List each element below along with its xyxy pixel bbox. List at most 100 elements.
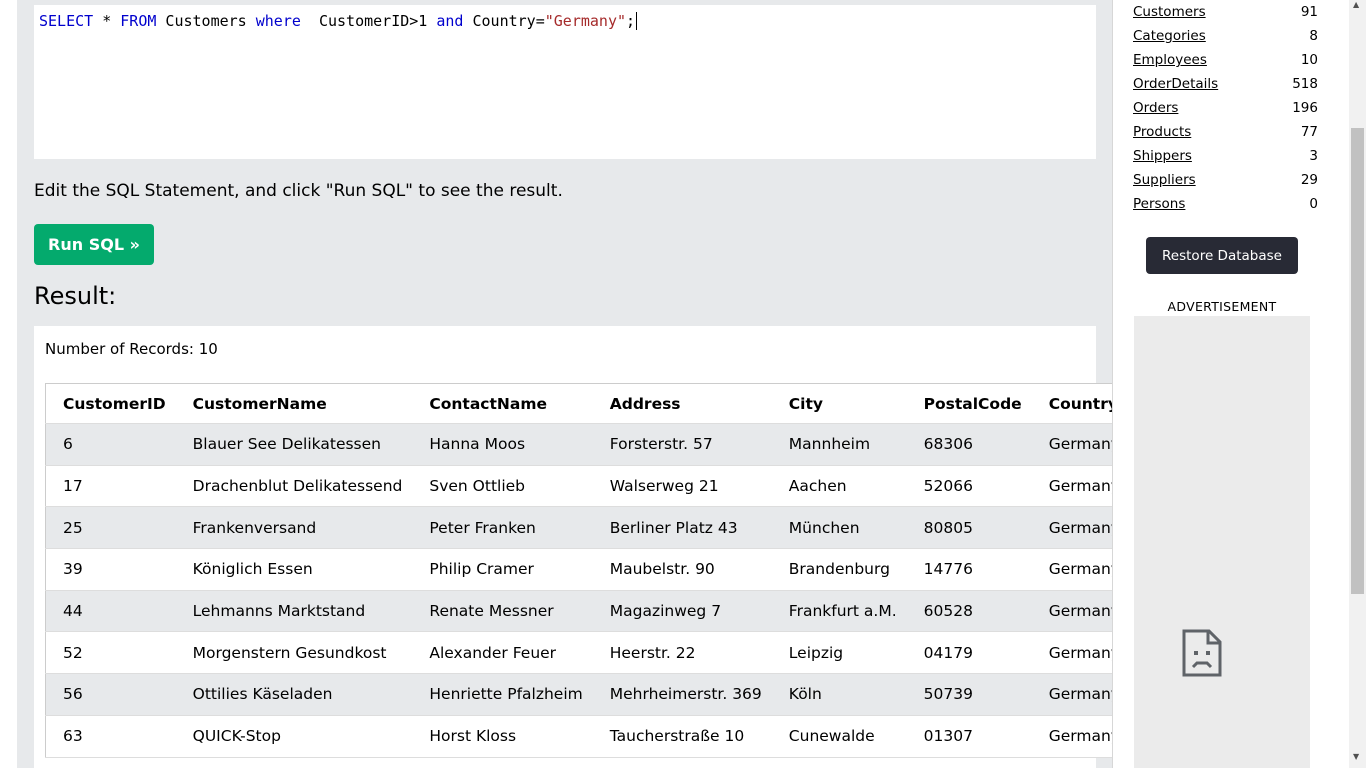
table-cell: Renate Messner — [412, 590, 593, 633]
table-cell: Philip Cramer — [412, 548, 593, 591]
table-cell: Horst Kloss — [412, 715, 593, 758]
table-cell: Berliner Platz 43 — [592, 506, 772, 550]
record-count: 8 — [1309, 28, 1318, 44]
sql-text: ; — [626, 12, 636, 30]
table-cell: 01307 — [906, 715, 1032, 758]
table-link-customers[interactable]: Customers — [1133, 4, 1206, 20]
table-row: 44 Lehmanns Marktstand Renate Messner Ma… — [45, 590, 1131, 633]
table-row: 56 Ottilies Käseladen Henriette Pfalzhei… — [45, 673, 1131, 716]
result-heading: Result: — [34, 282, 117, 310]
sql-keyword-where: where — [255, 12, 301, 30]
list-item: Employees 10 — [1133, 48, 1318, 72]
database-sidebar: Customers 91 Categories 8 Employees 10 O… — [1113, 0, 1349, 768]
record-count: 91 — [1300, 4, 1318, 20]
table-cell: 39 — [45, 548, 176, 591]
record-count: 10 — [1300, 52, 1318, 68]
table-cell: Drachenblut Delikatessend — [175, 465, 413, 508]
list-item: Shippers 3 — [1133, 144, 1318, 168]
table-cell: Mehrheimerstr. 369 — [592, 673, 772, 716]
sql-text: Country= — [463, 12, 545, 30]
table-cell: Henriette Pfalzheim — [412, 673, 593, 716]
column-header: CustomerID — [45, 383, 176, 424]
main-panel: SELECT * FROM Customers where CustomerID… — [17, 0, 1131, 768]
table-link-persons[interactable]: Persons — [1133, 196, 1185, 212]
table-cell: Forsterstr. 57 — [592, 423, 772, 466]
table-cell: 50739 — [906, 673, 1032, 716]
table-cell: Blauer See Delikatessen — [175, 423, 413, 466]
table-cell: Königlich Essen — [175, 548, 413, 591]
table-cell: Frankfurt a.M. — [771, 590, 907, 633]
table-cell: 52 — [45, 631, 176, 675]
table-cell: Walserweg 21 — [592, 465, 772, 508]
table-cell: Frankenversand — [175, 506, 413, 550]
table-cell: 17 — [45, 465, 176, 508]
table-header-row: CustomerID CustomerName ContactName Addr… — [45, 383, 1131, 424]
table-cell: München — [771, 506, 907, 550]
sql-editor[interactable]: SELECT * FROM Customers where CustomerID… — [34, 5, 1096, 159]
records-count: Number of Records: 10 — [45, 340, 218, 358]
table-link-orderdetails[interactable]: OrderDetails — [1133, 76, 1218, 92]
table-row: 17 Drachenblut Delikatessend Sven Ottlie… — [45, 465, 1131, 508]
table-row: 39 Königlich Essen Philip Cramer Maubels… — [45, 548, 1131, 591]
table-link-suppliers[interactable]: Suppliers — [1133, 172, 1196, 188]
table-cell: 52066 — [906, 465, 1032, 508]
record-count: 3 — [1309, 148, 1318, 164]
sql-keyword-and: and — [436, 12, 464, 30]
table-link-categories[interactable]: Categories — [1133, 28, 1206, 44]
vertical-scrollbar[interactable]: ▲ ▼ — [1349, 0, 1366, 768]
table-cell: 68306 — [906, 423, 1032, 466]
table-link-products[interactable]: Products — [1133, 124, 1191, 140]
table-cell: Leipzig — [771, 631, 907, 675]
table-cell: Morgenstern Gesundkost — [175, 631, 413, 675]
table-cell: 80805 — [906, 506, 1032, 550]
list-item: Categories 8 — [1133, 24, 1318, 48]
table-cell: 63 — [45, 715, 176, 758]
record-count: 29 — [1300, 172, 1318, 188]
table-cell: Peter Franken — [412, 506, 593, 550]
table-cell: 44 — [45, 590, 176, 633]
table-cell: Köln — [771, 673, 907, 716]
database-table-list: Customers 91 Categories 8 Employees 10 O… — [1133, 0, 1318, 216]
left-gutter — [0, 0, 17, 768]
list-item: Orders 196 — [1133, 96, 1318, 120]
table-cell: 56 — [45, 673, 176, 716]
record-count: 518 — [1292, 76, 1318, 92]
scrollbar-thumb[interactable] — [1351, 128, 1364, 594]
table-row: 6 Blauer See Delikatessen Hanna Moos For… — [45, 423, 1131, 466]
sql-text: Customers — [156, 12, 256, 30]
list-item: OrderDetails 518 — [1133, 72, 1318, 96]
sql-text: * — [93, 12, 121, 30]
text-caret — [636, 12, 638, 30]
column-header: PostalCode — [906, 383, 1032, 424]
table-cell: Heerstr. 22 — [592, 631, 772, 675]
record-count: 77 — [1300, 124, 1318, 140]
restore-database-button[interactable]: Restore Database — [1146, 237, 1298, 274]
table-cell: 25 — [45, 506, 176, 550]
advertisement-label: ADVERTISEMENT — [1167, 299, 1277, 314]
table-cell: QUICK-Stop — [175, 715, 413, 758]
column-header: City — [771, 383, 907, 424]
scroll-up-arrow-icon[interactable]: ▲ — [1353, 0, 1359, 9]
column-header: ContactName — [412, 383, 593, 424]
table-cell: Magazinweg 7 — [592, 590, 772, 633]
table-cell: Lehmanns Marktstand — [175, 590, 413, 633]
list-item: Customers 91 — [1133, 0, 1318, 24]
run-sql-button[interactable]: Run SQL » — [34, 224, 154, 265]
table-cell: Maubelstr. 90 — [592, 548, 772, 591]
table-link-shippers[interactable]: Shippers — [1133, 148, 1192, 164]
table-link-orders[interactable]: Orders — [1133, 100, 1178, 116]
table-cell: 6 — [45, 423, 176, 466]
table-cell: Brandenburg — [771, 548, 907, 591]
table-cell: Hanna Moos — [412, 423, 593, 466]
table-cell: Mannheim — [771, 423, 907, 466]
sql-keyword-from: FROM — [120, 12, 157, 30]
scroll-down-arrow-icon[interactable]: ▼ — [1353, 752, 1359, 761]
table-link-employees[interactable]: Employees — [1133, 52, 1207, 68]
record-count: 196 — [1292, 100, 1318, 116]
advertisement-box — [1134, 316, 1310, 768]
list-item: Products 77 — [1133, 120, 1318, 144]
sql-string-literal: "Germany" — [544, 12, 627, 30]
table-cell: Aachen — [771, 465, 907, 508]
table-cell: Sven Ottlieb — [412, 465, 593, 508]
result-container: Number of Records: 10 CustomerID Custome… — [34, 326, 1131, 768]
